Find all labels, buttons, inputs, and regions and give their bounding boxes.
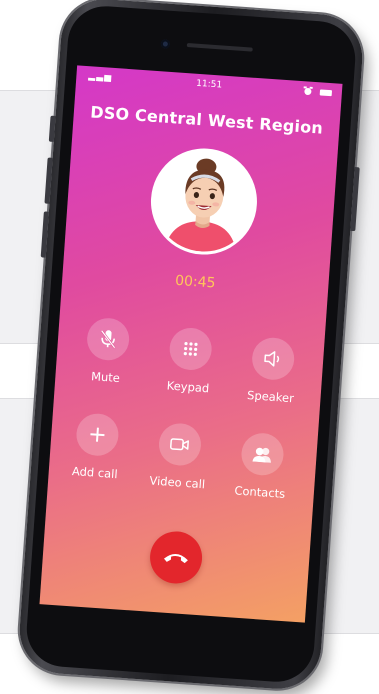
keypad-label: Keypad	[166, 378, 210, 396]
video-call-label: Video call	[149, 473, 206, 492]
hang-up-phone-icon	[163, 553, 188, 564]
add-call-label: Add call	[71, 464, 119, 482]
mute-microphone-icon	[100, 330, 116, 349]
add-call-button[interactable]: Add call	[54, 411, 138, 482]
caller-avatar	[147, 144, 261, 259]
stage: ▂▃▅ 11:51 DSO Central West Region 00:45 …	[0, 0, 379, 694]
contacts-button[interactable]: Contacts	[219, 431, 303, 502]
status-icons	[303, 86, 333, 98]
video-call-button-circle[interactable]	[157, 422, 203, 467]
alarm-icon	[303, 86, 313, 96]
mute-button[interactable]: Mute	[65, 315, 149, 386]
caller-name: DSO Central West Region	[89, 102, 324, 138]
video-camera-icon	[170, 438, 189, 451]
call-screen: ▂▃▅ 11:51 DSO Central West Region 00:45 …	[39, 65, 343, 623]
contacts-icon	[252, 447, 271, 463]
keypad-button[interactable]: Keypad	[148, 325, 232, 396]
speaker-label: Speaker	[246, 388, 295, 406]
end-call-button[interactable]	[148, 529, 204, 586]
speaker-button[interactable]: Speaker	[230, 335, 314, 406]
battery-icon	[319, 88, 333, 96]
speaker-button-circle[interactable]	[250, 336, 296, 382]
mute-button-circle[interactable]	[85, 316, 131, 362]
mute-label: Mute	[90, 369, 121, 386]
contacts-label: Contacts	[234, 483, 286, 501]
speaker-icon	[264, 351, 280, 367]
video-call-button[interactable]: Video call	[137, 421, 221, 492]
avatar-illustration-icon	[164, 158, 237, 254]
add-call-button-circle[interactable]	[75, 412, 120, 458]
keypad-icon	[183, 342, 198, 356]
plus-icon	[90, 427, 105, 442]
phone-frame: ▂▃▅ 11:51 DSO Central West Region 00:45 …	[16, 0, 366, 692]
keypad-button-circle[interactable]	[168, 326, 214, 372]
call-timer: 00:45	[174, 272, 217, 292]
contacts-button-circle[interactable]	[240, 431, 285, 477]
mute-switch	[48, 115, 56, 142]
smartphone: ▂▃▅ 11:51 DSO Central West Region 00:45 …	[16, 0, 366, 692]
